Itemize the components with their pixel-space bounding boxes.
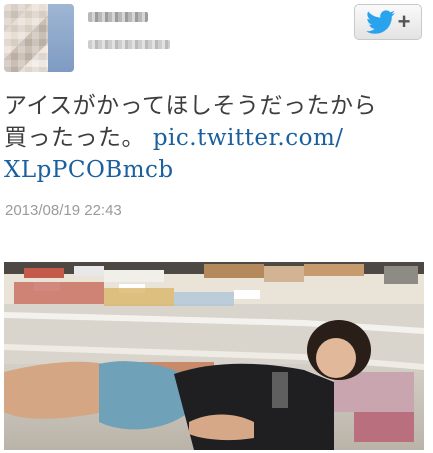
photo-goods-5 [264, 266, 304, 282]
photo-scene [4, 262, 424, 450]
photo-goods-3 [104, 270, 164, 282]
photo-goods-4 [204, 264, 264, 278]
photo-goods-6 [304, 264, 364, 276]
tweet-timestamp[interactable]: 2013/08/19 22:43 [5, 202, 122, 219]
display-name-blurred[interactable] [88, 12, 148, 22]
tweet-link-part2[interactable]: XLpPCOBmcb [4, 157, 174, 183]
photo-freezer-goods-2 [104, 288, 174, 306]
photo-goods-2 [74, 266, 104, 276]
follow-button[interactable]: + [354, 4, 422, 40]
tweet-text-line2: 買ったった。 pic.twitter.com/ [4, 122, 424, 154]
photo-goods-7 [384, 266, 418, 284]
avatar[interactable] [4, 4, 74, 72]
photo-person-arm [189, 414, 254, 441]
photo-person-face [316, 338, 356, 378]
tweet-text-line1: アイスがかってほしそうだったから [4, 93, 378, 119]
photo-freezer-goods-1 [14, 282, 104, 304]
photo-freezer-goods-3 [174, 292, 234, 306]
twitter-bird-icon [365, 10, 395, 34]
tweet-link-part1[interactable]: pic.twitter.com/ [153, 125, 344, 151]
tweet-text-line2-jp: 買ったった。 [4, 125, 145, 151]
photo-shirt-blur [272, 372, 288, 408]
follow-plus: + [397, 9, 411, 34]
tweet-text-line3: XLpPCOBmcb [4, 154, 424, 186]
photo-price-tag-3 [234, 290, 260, 299]
photo-lower-goods-2 [354, 412, 414, 442]
avatar-detail [48, 4, 74, 72]
tweet-photo[interactable] [4, 262, 424, 450]
photo-goods-1 [24, 268, 64, 278]
username-blurred[interactable] [88, 40, 170, 49]
photo-person-shorts [99, 361, 189, 430]
tweet-text: アイスがかってほしそうだったから 買ったった。 pic.twitter.com/… [4, 90, 424, 186]
